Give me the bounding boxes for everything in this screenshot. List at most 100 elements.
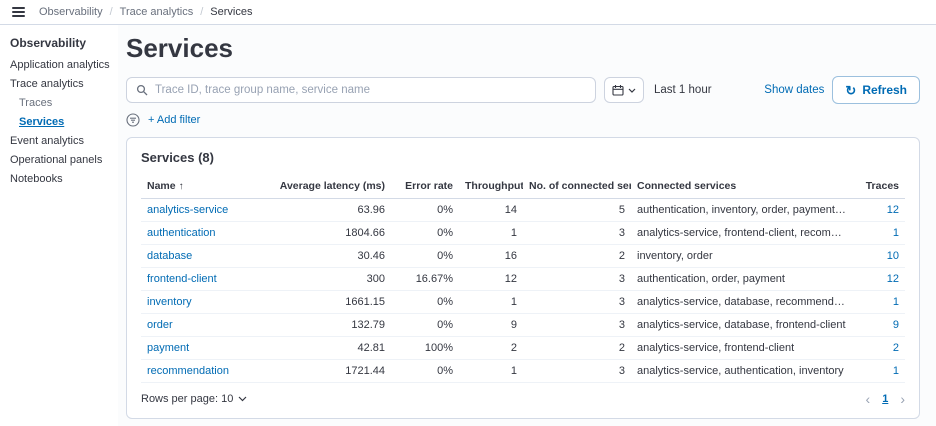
- connected-count-value: 3: [523, 221, 631, 245]
- chevron-right-icon[interactable]: ›: [900, 392, 905, 406]
- column-header-avg-latency[interactable]: Average latency (ms): [273, 175, 391, 199]
- service-name-link-cell: recommendation: [141, 359, 273, 383]
- sort-ascending-icon: ↑: [178, 181, 184, 192]
- traces-link[interactable]: 12: [887, 204, 899, 216]
- service-name-link-cell: analytics-service: [141, 198, 273, 222]
- error-rate-value: 0%: [391, 198, 459, 222]
- rows-per-page-selector[interactable]: Rows per page: 10: [141, 393, 247, 405]
- traces-link[interactable]: 1: [893, 227, 899, 239]
- refresh-label: Refresh: [862, 83, 907, 97]
- column-header-error-rate[interactable]: Error rate: [391, 175, 459, 199]
- traces-link[interactable]: 10: [887, 250, 899, 262]
- show-dates-link[interactable]: Show dates: [764, 84, 824, 96]
- page-number[interactable]: 1: [882, 393, 888, 405]
- throughput-value: 12: [459, 267, 523, 291]
- connected-count-value: 5: [523, 198, 631, 222]
- search-box[interactable]: [126, 77, 596, 103]
- throughput-value: 14: [459, 198, 523, 222]
- add-filter-link[interactable]: + Add filter: [148, 114, 200, 126]
- throughput-value: 1: [459, 221, 523, 245]
- filter-icon[interactable]: [126, 113, 140, 127]
- sidebar-item-trace-analytics[interactable]: Trace analytics: [10, 78, 112, 90]
- breadcrumb-separator: /: [109, 6, 113, 18]
- service-name-link-cell: payment: [141, 336, 273, 360]
- services-panel-title: Services (8): [141, 150, 214, 165]
- service-name-link-cell: database: [141, 244, 273, 268]
- chevron-down-icon: [238, 396, 247, 402]
- connected-services-value: analytics-service, authentication, inven…: [631, 359, 853, 383]
- connected-count-value: 2: [523, 244, 631, 268]
- breadcrumb-separator: /: [200, 6, 204, 18]
- connected-services-value: analytics-service, database, recommendat…: [631, 290, 853, 314]
- service-name-link[interactable]: inventory: [147, 296, 192, 308]
- hamburger-menu-icon[interactable]: [10, 5, 27, 19]
- service-name-link-cell: frontend-client: [141, 267, 273, 291]
- calendar-icon: [612, 84, 624, 96]
- sidebar-item-notebooks[interactable]: Notebooks: [10, 173, 112, 185]
- service-name-link[interactable]: frontend-client: [147, 273, 217, 285]
- column-header-connected-count[interactable]: No. of connected services: [523, 175, 631, 199]
- breadcrumb-item-observability[interactable]: Observability: [39, 6, 103, 18]
- top-bar: Observability / Trace analytics / Services: [0, 0, 936, 25]
- traces-link-cell: 1: [853, 359, 905, 383]
- throughput-value: 9: [459, 313, 523, 337]
- error-rate-value: 16.67%: [391, 267, 459, 291]
- throughput-value: 1: [459, 290, 523, 314]
- services-table-body: analytics-service 63.96 0% 14 5 authenticatio…: [141, 198, 905, 383]
- filter-row: + Add filter: [126, 113, 920, 127]
- breadcrumb-item-trace-analytics[interactable]: Trace analytics: [120, 6, 194, 18]
- traces-link-cell: 1: [853, 221, 905, 245]
- error-rate-value: 0%: [391, 313, 459, 337]
- service-name-link-cell: inventory: [141, 290, 273, 314]
- service-name-link[interactable]: database: [147, 250, 192, 262]
- breadcrumb: Observability / Trace analytics / Services: [39, 6, 252, 18]
- column-header-traces[interactable]: Traces: [853, 175, 905, 199]
- sidebar-item-application-analytics[interactable]: Application analytics: [10, 59, 112, 71]
- chevron-left-icon[interactable]: ‹: [866, 392, 871, 406]
- throughput-value: 2: [459, 336, 523, 360]
- service-name-link[interactable]: recommendation: [147, 365, 229, 377]
- traces-link[interactable]: 12: [887, 273, 899, 285]
- error-rate-value: 0%: [391, 290, 459, 314]
- traces-link[interactable]: 9: [893, 319, 899, 331]
- service-name-link[interactable]: payment: [147, 342, 189, 354]
- table-row: frontend-client 300 16.67% 12 3 authenticatio…: [141, 267, 905, 291]
- error-rate-value: 0%: [391, 359, 459, 383]
- refresh-button[interactable]: ↻ Refresh: [832, 76, 920, 104]
- table-row: database 30.46 0% 16 2 inventory, order 10: [141, 244, 905, 268]
- traces-link-cell: 12: [853, 267, 905, 291]
- sidebar-item-event-analytics[interactable]: Event analytics: [10, 135, 112, 147]
- sidebar-title: Observability: [10, 36, 87, 50]
- throughput-value: 16: [459, 244, 523, 268]
- sidebar-nav: Application analytics Trace analytics Trac…: [10, 59, 112, 185]
- table-row: recommendation 1721.44 0% 1 3 analytics-servi…: [141, 359, 905, 383]
- column-header-name[interactable]: Name ↑: [141, 175, 273, 199]
- column-header-throughput[interactable]: Throughput: [459, 175, 523, 199]
- error-rate-value: 0%: [391, 244, 459, 268]
- avg-latency-value: 132.79: [273, 313, 391, 337]
- main-content: Services Trace ID, trace group name, ser…: [118, 25, 936, 426]
- traces-link[interactable]: 2: [893, 342, 899, 354]
- services-panel: Services (8) Name ↑ Average latency (ms) …: [126, 137, 920, 419]
- search-input[interactable]: [155, 84, 586, 96]
- avg-latency-value: 300: [273, 267, 391, 291]
- service-name-link[interactable]: analytics-service: [147, 204, 228, 216]
- time-range-label[interactable]: Last 1 hour: [654, 84, 712, 96]
- service-name-link-cell: authentication: [141, 221, 273, 245]
- sidebar-item-traces[interactable]: Traces: [10, 97, 112, 109]
- date-picker-button[interactable]: [604, 77, 644, 103]
- service-name-link[interactable]: authentication: [147, 227, 216, 239]
- chevron-down-icon: [628, 88, 636, 93]
- service-name-link[interactable]: order: [147, 319, 173, 331]
- sidebar-item-operational-panels[interactable]: Operational panels: [10, 154, 112, 166]
- sidebar: Observability Application analytics Trace…: [0, 25, 118, 426]
- traces-link[interactable]: 1: [893, 296, 899, 308]
- traces-link-cell: 10: [853, 244, 905, 268]
- page-title: Services: [126, 33, 233, 63]
- sidebar-item-services[interactable]: Services: [10, 116, 112, 128]
- service-name-link-cell: order: [141, 313, 273, 337]
- search-time-row: Last 1 hour Show dates ↻ Refresh: [126, 76, 920, 104]
- avg-latency-value: 30.46: [273, 244, 391, 268]
- breadcrumb-item-services: Services: [210, 6, 253, 18]
- traces-link[interactable]: 1: [893, 365, 899, 377]
